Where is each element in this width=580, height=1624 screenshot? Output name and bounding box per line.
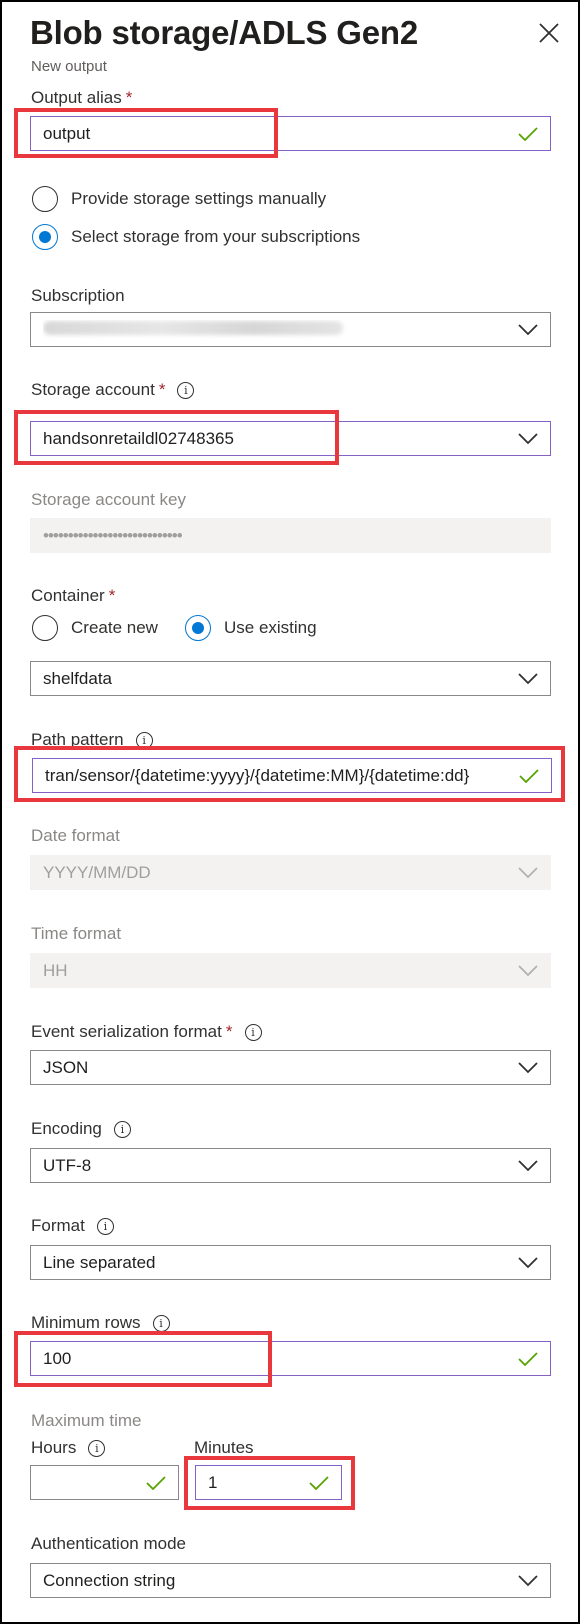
radio-create-new[interactable]: Create new (32, 615, 158, 641)
info-icon[interactable]: i (96, 1217, 114, 1235)
info-icon[interactable]: i (152, 1314, 170, 1332)
time-format-label: Time format (31, 924, 122, 943)
format-dropdown[interactable]: Line separated (30, 1245, 551, 1280)
chevron-down-icon (518, 672, 538, 684)
info-icon[interactable]: i (113, 1120, 131, 1138)
radio-use-existing[interactable]: Use existing (185, 615, 317, 641)
date-format-label: Date format (31, 826, 120, 845)
chevron-down-icon (518, 323, 538, 335)
minutes-label: Minutes (194, 1438, 254, 1457)
highlight-box (14, 108, 278, 158)
encoding-dropdown[interactable]: UTF-8 (30, 1148, 551, 1183)
chevron-down-icon (518, 1061, 538, 1073)
chevron-down-icon (518, 1256, 538, 1268)
storage-account-key-label: Storage account key (31, 490, 186, 509)
container-dropdown[interactable]: shelfdata (30, 661, 551, 696)
radio-provide-manually[interactable]: Provide storage settings manually (32, 186, 326, 212)
date-format-dropdown: YYYY/MM/DD (30, 855, 551, 890)
highlight-box (14, 1331, 272, 1387)
authentication-mode-label: Authentication mode (31, 1534, 186, 1553)
info-icon[interactable]: i (88, 1439, 106, 1457)
highlight-box (14, 410, 339, 465)
radio-circle[interactable] (32, 186, 58, 212)
hours-label: Hours i (31, 1438, 106, 1458)
storage-account-label: Storage account * i (31, 380, 195, 400)
chevron-down-icon (518, 1159, 538, 1171)
format-label: Format i (31, 1216, 114, 1236)
time-format-dropdown: HH (30, 953, 551, 988)
close-icon[interactable] (536, 20, 562, 46)
radio-circle-selected[interactable] (185, 615, 211, 641)
maximum-time-label: Maximum time (31, 1411, 142, 1430)
panel-title: Blob storage/ADLS Gen2 (30, 14, 418, 51)
chevron-down-icon (518, 1574, 538, 1586)
radio-select-from-subscriptions[interactable]: Select storage from your subscriptions (32, 224, 360, 250)
info-icon[interactable]: i (244, 1023, 262, 1041)
container-label: Container * (31, 586, 116, 605)
subscription-dropdown[interactable] (30, 312, 551, 347)
encoding-label: Encoding i (31, 1119, 131, 1139)
event-serialization-format-dropdown[interactable]: JSON (30, 1050, 551, 1085)
chevron-down-icon (518, 866, 538, 878)
radio-circle[interactable] (32, 615, 58, 641)
panel-subtitle: New output (31, 58, 107, 75)
required-marker: * (125, 88, 133, 107)
radio-circle-selected[interactable] (32, 224, 58, 250)
chevron-down-icon (518, 432, 538, 444)
output-alias-label: Output alias * (31, 88, 133, 107)
check-icon (146, 1475, 166, 1490)
event-serialization-format-label: Event serialization format * i (31, 1022, 262, 1042)
info-icon[interactable]: i (177, 381, 195, 399)
chevron-down-icon (518, 964, 538, 976)
check-icon (518, 1351, 538, 1366)
hours-input[interactable] (30, 1465, 179, 1500)
highlight-box (184, 1456, 355, 1510)
storage-account-key-field: •••••••••••••••••••••••••••• (30, 518, 551, 553)
authentication-mode-dropdown[interactable]: Connection string (30, 1563, 551, 1598)
subscription-value-blurred (43, 320, 343, 335)
subscription-label: Subscription (31, 286, 125, 305)
highlight-box (14, 746, 565, 802)
check-icon (518, 126, 538, 141)
minimum-rows-label: Minimum rows i (31, 1313, 170, 1333)
